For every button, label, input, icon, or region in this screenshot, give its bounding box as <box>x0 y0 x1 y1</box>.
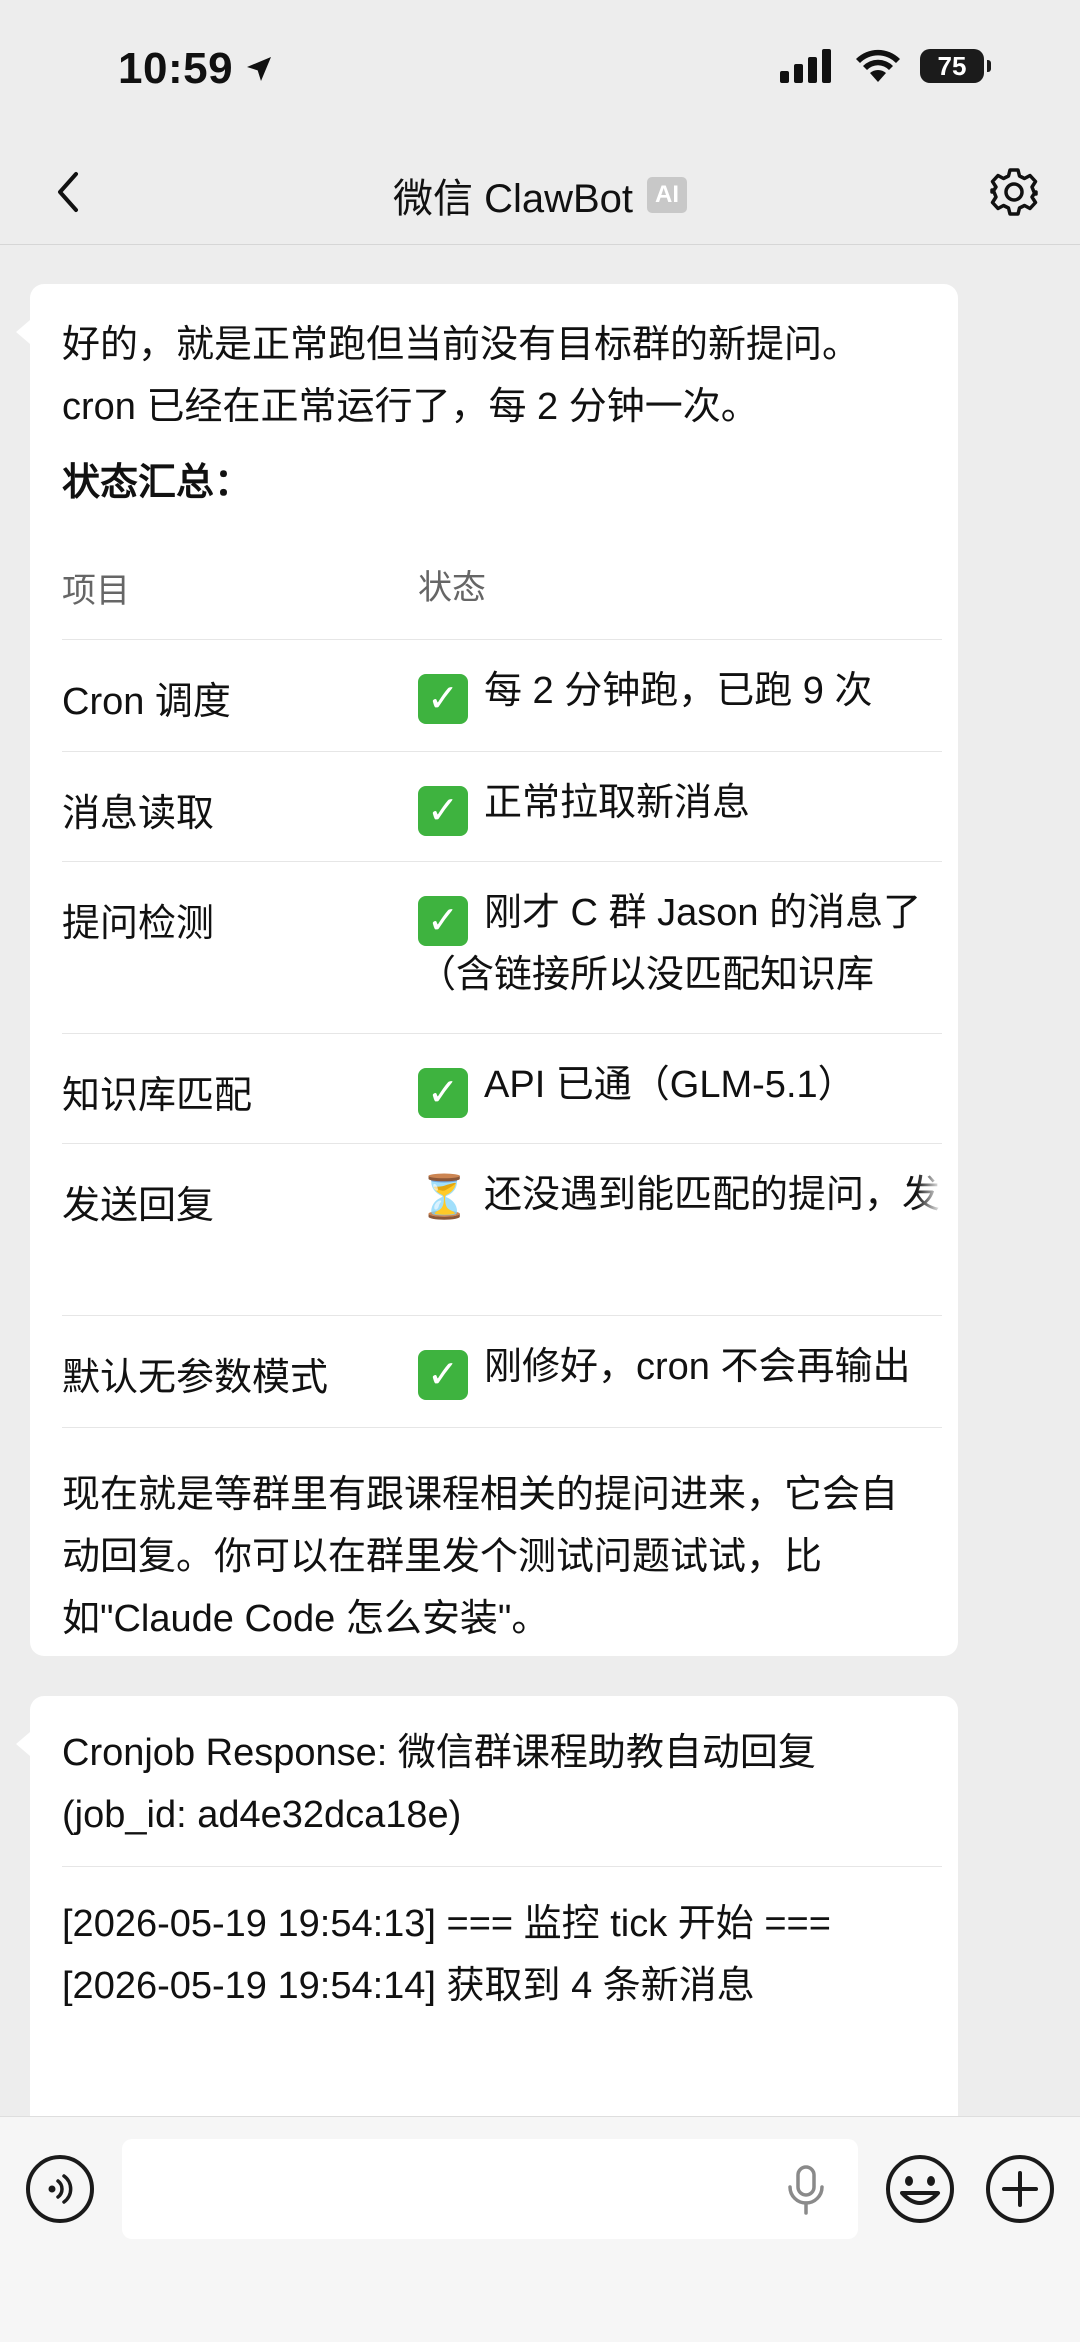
page-title: 微信 ClawBot <box>392 177 634 221</box>
row-status-cell: ⏳ 还没遇到能匹配的提问，发 <box>418 1144 942 1315</box>
hourglass-icon: ⏳ <box>418 1173 471 1220</box>
status-table: 项目 状态 Cron 调度 ✓ 每 2 分钟跑，已跑 9 次 消息读取 ✓ 正常拉取… <box>62 536 942 1428</box>
log-line: [2026-05-19 19:54:14] 获取到 4 条新消息 <box>62 1965 755 2007</box>
row-status: 还没遇到能匹配的提问，发 <box>484 1174 941 1216</box>
divider <box>62 1866 942 1867</box>
row-item: 知识库匹配 <box>62 1075 253 1117</box>
status-time-group: 10:59 <box>118 44 275 94</box>
table-row: 消息读取 ✓ 正常拉取新消息 <box>62 752 942 862</box>
summary-title: 状态汇总： <box>62 462 253 504</box>
status-bar: 10:59 75 <box>0 0 1080 140</box>
nav-bar: 微信 ClawBot AI <box>0 140 1080 245</box>
message-intro: 好的，就是正常跑但当前没有目标群的新提问。cron 已经在正常运行了，每 2 分… <box>62 324 861 428</box>
row-item: 提问检测 <box>62 903 215 945</box>
row-item: 消息读取 <box>62 793 215 835</box>
microphone-icon[interactable] <box>784 2165 828 2215</box>
location-arrow-icon <box>247 57 272 81</box>
status-indicators: 75 <box>780 48 991 84</box>
row-status-cell: ✓ API 已通（GLM-5.1） <box>418 1034 942 1143</box>
check-icon: ✓ <box>418 674 468 724</box>
row-status: API 已通（GLM-5.1） <box>484 1064 856 1106</box>
row-status: 刚才 C 群 Jason 的消息了（含链接所以没匹配知识库 <box>418 892 922 996</box>
table-row: 提问检测 ✓ 刚才 C 群 Jason 的消息了（含链接所以没匹配知识库 <box>62 862 942 1034</box>
status-time: 10:59 <box>118 44 234 93</box>
input-bar <box>0 2116 1080 2342</box>
table-header-item: 项目 <box>62 572 130 610</box>
wifi-icon <box>856 49 900 82</box>
emoji-button[interactable] <box>884 2153 956 2225</box>
table-row: 默认无参数模式 ✓ 刚修好，cron 不会再输出 <box>62 1316 942 1428</box>
log-line: [2026-05-19 19:54:13] === 监控 tick 开始 === <box>62 1903 831 1945</box>
message-closing: 现在就是等群里有跟课程相关的提问进来，它会自动回复。你可以在群里发个测试问题试试… <box>62 1474 899 1640</box>
cronjob-title: Cronjob Response: 微信群课程助教自动回复 (job_id: a… <box>62 1732 816 1836</box>
plus-button[interactable] <box>984 2153 1056 2225</box>
table-header-status: 状态 <box>418 568 486 607</box>
battery-level: 75 <box>937 50 967 81</box>
row-status: 刚修好，cron 不会再输出 <box>484 1346 911 1388</box>
battery-icon: 75 <box>920 49 991 83</box>
check-icon: ✓ <box>418 786 468 836</box>
row-status-cell: ✓ 每 2 分钟跑，已跑 9 次 <box>418 640 942 751</box>
table-header-row: 项目 状态 <box>62 536 942 640</box>
row-status: 每 2 分钟跑，已跑 9 次 <box>484 670 873 712</box>
check-icon: ✓ <box>418 1350 468 1400</box>
ai-badge: AI <box>647 177 688 213</box>
check-icon: ✓ <box>418 896 468 946</box>
check-icon: ✓ <box>418 1068 468 1118</box>
gear-icon <box>990 168 1038 216</box>
settings-button[interactable] <box>984 162 1044 222</box>
row-status-cell: ✓ 刚才 C 群 Jason 的消息了（含链接所以没匹配知识库 <box>418 862 942 1033</box>
cellular-signal-icon <box>780 49 831 83</box>
voice-mode-button[interactable] <box>26 2155 94 2223</box>
row-item: Cron 调度 <box>62 681 231 723</box>
nav-title-group: 微信 ClawBot AI <box>0 166 1080 224</box>
message-bubble[interactable]: 好的，就是正常跑但当前没有目标群的新提问。cron 已经在正常运行了，每 2 分… <box>16 284 958 1656</box>
message-input[interactable] <box>122 2139 858 2239</box>
row-status-cell: ✓ 正常拉取新消息 <box>418 752 942 861</box>
table-row: 发送回复 ⏳ 还没遇到能匹配的提问，发 <box>62 1144 942 1316</box>
row-item: 默认无参数模式 <box>62 1357 329 1399</box>
row-status-cell: ✓ 刚修好，cron 不会再输出 <box>418 1316 942 1427</box>
table-row: Cron 调度 ✓ 每 2 分钟跑，已跑 9 次 <box>62 640 942 752</box>
row-status: 正常拉取新消息 <box>484 782 751 824</box>
row-item: 发送回复 <box>62 1185 215 1227</box>
voice-icon <box>48 2174 73 2204</box>
table-row: 知识库匹配 ✓ API 已通（GLM-5.1） <box>62 1034 942 1144</box>
cronjob-message-bubble[interactable]: Cronjob Response: 微信群课程助教自动回复 (job_id: a… <box>16 1696 958 2146</box>
